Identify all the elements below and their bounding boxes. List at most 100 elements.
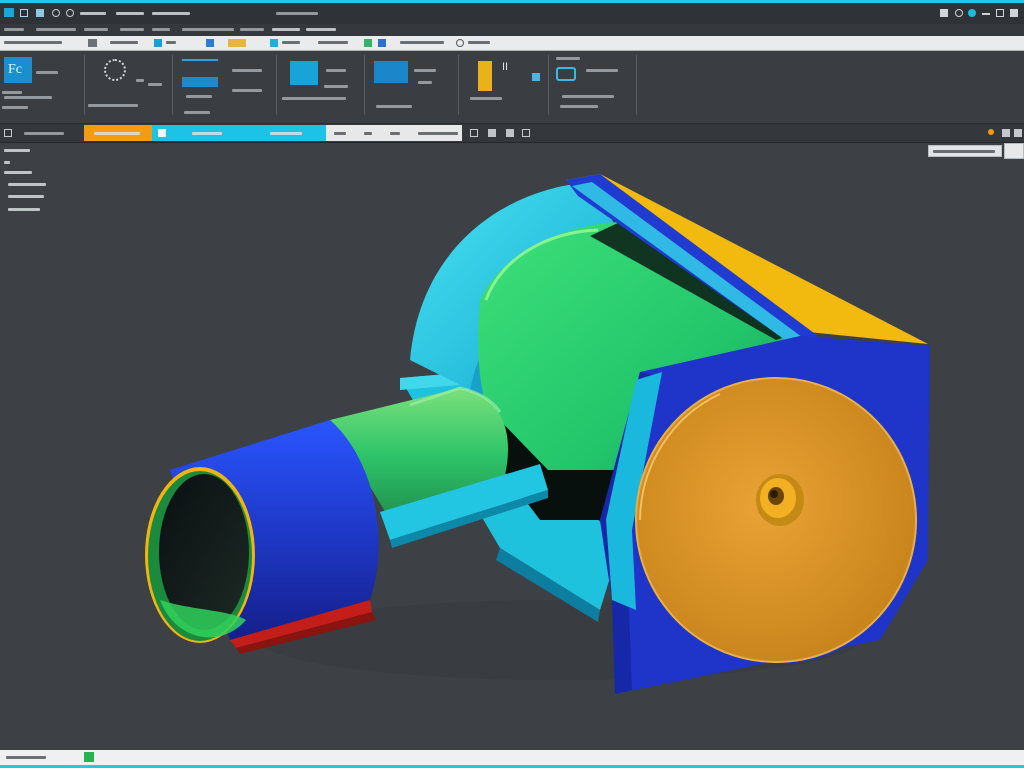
chart-label xyxy=(414,69,436,72)
qat-label xyxy=(318,41,348,44)
lock-icon[interactable] xyxy=(1014,129,1022,137)
tab-inactive-label xyxy=(418,132,458,135)
save-small-icon[interactable] xyxy=(522,129,530,137)
tab-file[interactable] xyxy=(4,28,24,31)
pin-icon[interactable] xyxy=(1002,129,1010,137)
status-indicator-icon[interactable] xyxy=(84,752,94,762)
feature-label xyxy=(232,89,262,92)
title-menu-item[interactable] xyxy=(152,12,190,15)
tab-highlighted-label xyxy=(94,132,140,135)
warning-icon[interactable] xyxy=(988,129,994,135)
settings-label xyxy=(148,83,162,86)
sketch-group-label xyxy=(36,71,58,74)
sketch-option[interactable] xyxy=(2,106,28,109)
qat-label xyxy=(166,41,176,44)
search-icon[interactable] xyxy=(456,39,464,47)
center-boss[interactable] xyxy=(756,474,804,526)
title-menu-item[interactable] xyxy=(116,12,144,15)
account-icon[interactable] xyxy=(968,9,976,17)
feature-label xyxy=(186,95,212,98)
tab-features[interactable] xyxy=(120,28,144,31)
sketch-option[interactable] xyxy=(4,96,52,99)
tab-inactive-label xyxy=(390,132,400,135)
tab-highlighted[interactable] xyxy=(84,125,152,141)
help-icon[interactable] xyxy=(955,9,963,17)
notification-icon[interactable] xyxy=(940,9,948,17)
analysis-label xyxy=(326,69,346,72)
tube-opening[interactable] xyxy=(145,467,255,643)
fixture-label xyxy=(470,97,502,100)
measure-icon[interactable] xyxy=(270,39,278,47)
display-label xyxy=(560,105,598,108)
tree-header-label xyxy=(24,132,64,135)
display-label xyxy=(562,95,614,98)
doc-icon[interactable] xyxy=(154,39,162,47)
feature-label xyxy=(232,69,262,72)
analysis-icon[interactable] xyxy=(290,61,318,85)
chart-label xyxy=(376,105,412,108)
path-text xyxy=(4,41,62,44)
close-icon[interactable] xyxy=(1010,9,1018,17)
undo-icon[interactable] xyxy=(52,9,60,17)
analysis-label xyxy=(324,85,348,88)
settings-label xyxy=(88,104,138,107)
qat-label xyxy=(282,41,300,44)
title-menu-item[interactable] xyxy=(80,12,106,15)
gear-icon[interactable] xyxy=(104,59,126,81)
tab-assembly[interactable] xyxy=(182,28,234,31)
search-label xyxy=(468,41,490,44)
tab-inactive[interactable] xyxy=(326,125,462,141)
settings-small-icon[interactable] xyxy=(470,129,478,137)
maximize-icon[interactable] xyxy=(996,9,1004,17)
sketch-button[interactable]: Fc xyxy=(4,57,32,83)
tab-inactive-label xyxy=(364,132,372,135)
folder-icon[interactable] xyxy=(88,39,97,47)
tab-surface[interactable] xyxy=(152,28,170,31)
title-bar xyxy=(0,0,1024,24)
layer-icon[interactable] xyxy=(228,39,246,47)
tab-inspect[interactable] xyxy=(240,28,264,31)
tab-sketch[interactable] xyxy=(84,28,108,31)
minimize-icon[interactable] xyxy=(982,13,990,15)
material-icon[interactable] xyxy=(364,39,372,47)
footer-status-text xyxy=(6,756,46,759)
analysis-label xyxy=(282,97,346,100)
tab-icon xyxy=(158,129,166,137)
tab-tools[interactable] xyxy=(272,28,300,31)
qat-label xyxy=(400,41,444,44)
sketch-badge: Fc xyxy=(8,62,22,77)
revolve-button[interactable] xyxy=(182,77,218,87)
tab-home[interactable] xyxy=(36,28,76,31)
sketch-option[interactable] xyxy=(2,91,22,94)
bookmark-icon[interactable] xyxy=(488,129,496,137)
pen-icon[interactable] xyxy=(206,39,214,47)
tab-active[interactable] xyxy=(152,125,326,141)
redo-icon[interactable] xyxy=(66,9,74,17)
feature-label xyxy=(184,111,210,114)
grid-icon[interactable] xyxy=(532,73,540,81)
display-label xyxy=(556,57,580,60)
box-icon[interactable] xyxy=(378,39,386,47)
viewport-3d[interactable] xyxy=(0,142,1024,750)
footer-status-bar xyxy=(0,750,1024,768)
tab-active-label xyxy=(192,132,222,135)
tab-active-label xyxy=(270,132,302,135)
ribbon-tab-row xyxy=(0,24,1024,36)
window-title xyxy=(276,12,318,15)
extrude-button[interactable] xyxy=(182,59,218,71)
quick-access-bar xyxy=(0,36,1024,51)
fixture-icon[interactable] xyxy=(478,61,492,91)
link-icon[interactable] xyxy=(506,129,514,137)
qat-label xyxy=(110,41,138,44)
toggle-tree-icon[interactable] xyxy=(4,129,12,137)
chart-label xyxy=(418,81,432,84)
app-menu-icon[interactable] xyxy=(4,8,14,17)
display-label xyxy=(586,69,618,72)
tab-view[interactable] xyxy=(306,28,336,31)
small-tool-label: II xyxy=(502,61,509,73)
chart-icon[interactable] xyxy=(374,61,408,83)
tab-inactive-label xyxy=(334,132,346,135)
display-icon[interactable] xyxy=(556,67,576,81)
grid-icon[interactable] xyxy=(20,9,28,17)
save-icon[interactable] xyxy=(36,9,44,17)
